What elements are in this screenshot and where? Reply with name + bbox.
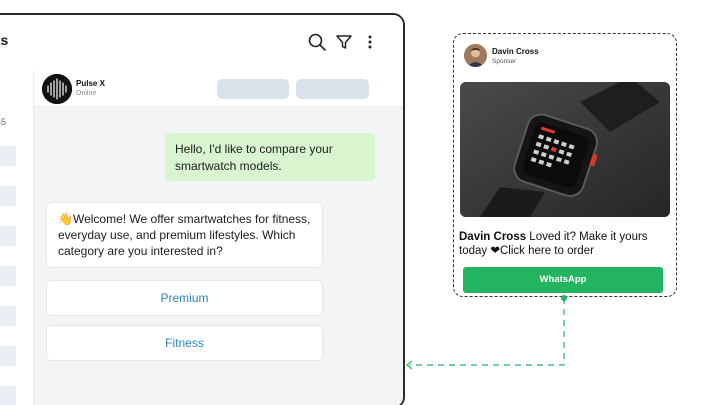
search-icon[interactable]	[307, 32, 327, 52]
chat-list-item[interactable]	[0, 146, 16, 166]
contact-status: Online	[76, 90, 97, 97]
chats-title: ats	[0, 32, 9, 48]
conversation-panel: Pulse X Online Hello, I'd like to compar…	[34, 70, 403, 405]
flow-connector-arrow	[406, 295, 567, 370]
incoming-message: 👋Welcome! We offer smartwatches for fitn…	[46, 202, 323, 268]
chat-list-item[interactable]	[0, 306, 16, 326]
contact-avatar	[42, 74, 72, 104]
advertiser-avatar	[464, 44, 487, 67]
outgoing-message: Hello, I'd like to compare your smartwat…	[165, 133, 375, 181]
chat-list-item[interactable]	[0, 386, 16, 405]
option-premium-button[interactable]: Premium	[46, 280, 323, 316]
chat-list-item[interactable]	[0, 266, 16, 286]
chat-list-item[interactable]	[0, 346, 16, 366]
sponsored-label: Sponser	[492, 58, 517, 65]
contact-name: Pulse X	[76, 79, 105, 88]
chat-window: ats 45	[0, 13, 405, 405]
conversation-header: Pulse X Online	[34, 70, 403, 107]
smartwatch-product-image	[460, 82, 670, 217]
ad-caption: Davin Cross Loved it? Make it yours toda…	[459, 230, 674, 258]
advertiser-name: Davin Cross	[492, 47, 539, 56]
filter-icon[interactable]	[334, 32, 354, 52]
chat-list-timestamp: 45	[0, 117, 7, 127]
incoming-message-text: Welcome! We offer smartwatches for fitne…	[58, 212, 311, 258]
ad-caption-name: Davin Cross	[459, 231, 527, 243]
waving-hand-emoji: 👋	[58, 212, 73, 226]
chat-list-item[interactable]	[0, 186, 16, 206]
header-placeholder-button[interactable]	[217, 79, 289, 99]
sponsored-ad-card: Davin Cross Sponser Davin Cross Loved it…	[453, 33, 677, 297]
more-menu-icon[interactable]	[360, 32, 380, 52]
chat-list-item[interactable]	[0, 226, 16, 246]
chat-header: ats	[0, 15, 403, 70]
option-fitness-button[interactable]: Fitness	[46, 325, 323, 361]
header-placeholder-button[interactable]	[296, 79, 369, 99]
chat-list-panel: 45	[0, 70, 34, 405]
